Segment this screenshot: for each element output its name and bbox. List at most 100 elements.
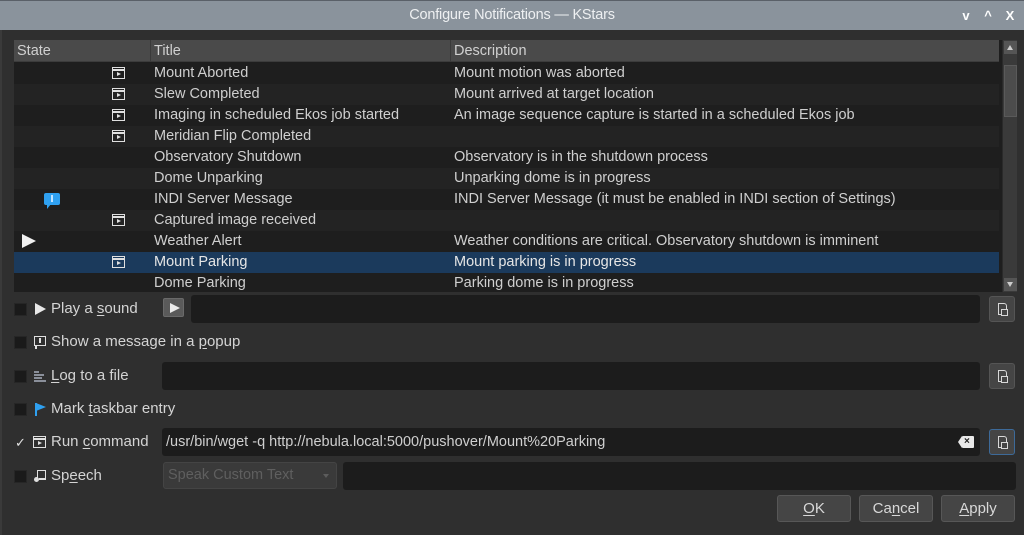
execute-icon: [33, 435, 47, 449]
execute-icon-glyph: [112, 88, 125, 100]
log-file-input[interactable]: [162, 362, 980, 390]
open-file-icon: [998, 370, 1008, 383]
speech-mode-select[interactable]: Speak Custom Text: [163, 462, 337, 489]
table-vertical-scrollbar[interactable]: [1002, 40, 1017, 292]
sound-icon[interactable]: [22, 234, 36, 248]
log-file-checkbox[interactable]: [14, 370, 27, 383]
row-title: INDI Server Message: [154, 191, 293, 207]
execute-icon[interactable]: [112, 130, 125, 142]
command-browse-button[interactable]: [989, 429, 1015, 455]
execute-icon-glyph: [112, 67, 125, 79]
execute-icon-glyph: [112, 130, 125, 142]
popup-message-icon: [33, 335, 47, 349]
scroll-up-arrow-icon[interactable]: [1004, 41, 1017, 54]
maximize-button[interactable]: ^: [978, 5, 998, 27]
speech-text-input[interactable]: [343, 462, 1016, 490]
table-row[interactable]: Slew Completed Mount arrived at target lo…: [14, 84, 999, 105]
popup-option: Show a message in a popup: [14, 329, 274, 355]
execute-icon[interactable]: [112, 109, 125, 121]
row-description: Mount motion was aborted: [454, 65, 625, 81]
table-row[interactable]: INDI Server Message INDI Server Message (…: [14, 189, 999, 210]
sound-file-browse-button[interactable]: [989, 296, 1015, 322]
table-header: State Title Description: [14, 40, 999, 62]
sound-file-input[interactable]: [191, 295, 980, 323]
row-description: An image sequence capture is started in …: [454, 107, 855, 123]
row-title: Observatory Shutdown: [154, 149, 302, 165]
label-mnemonic: e: [69, 467, 78, 484]
scrollbar-thumb[interactable]: [1004, 65, 1017, 117]
table-row[interactable]: Mount Parking Mount parking is in progres…: [14, 252, 999, 273]
close-button[interactable]: X: [1000, 5, 1020, 27]
table-row[interactable]: Meridian Flip Completed: [14, 126, 999, 147]
table-row[interactable]: Captured image received: [14, 210, 999, 231]
ok-button[interactable]: OK: [777, 495, 851, 522]
column-header-description[interactable]: Description: [451, 40, 999, 62]
table-row[interactable]: Dome Parking Parking dome is in progress: [14, 273, 999, 292]
minimize-button[interactable]: v: [956, 5, 976, 27]
taskbar-label[interactable]: Mark taskbar entry: [51, 400, 175, 417]
run-command-label[interactable]: Run command: [51, 433, 149, 450]
log-file-browse-button[interactable]: [989, 363, 1015, 389]
speech-label[interactable]: Speech: [51, 467, 102, 484]
window-title: Configure Notifications — KStars: [409, 7, 615, 23]
column-header-title[interactable]: Title: [151, 40, 451, 62]
scroll-down-arrow-icon[interactable]: [1004, 278, 1017, 291]
play-sound-label[interactable]: Play a sound: [51, 300, 138, 317]
execute-icon[interactable]: [112, 214, 125, 226]
row-description: Parking dome is in progress: [454, 275, 634, 291]
run-command-checkbox[interactable]: ✓: [14, 436, 27, 449]
label-text: Mark: [51, 400, 89, 417]
popup-label[interactable]: Show a message in a popup: [51, 333, 240, 350]
chevron-down-icon: [323, 474, 329, 478]
taskbar-option: Mark taskbar entry: [14, 396, 214, 422]
popup-icon-glyph: [44, 193, 60, 209]
row-title: Imaging in scheduled Ekos job started: [154, 107, 400, 123]
table-rows: Mount Aborted Mount motion was aborted Sle…: [14, 63, 999, 292]
label-text: Show a message in a: [51, 333, 199, 350]
label-text: Sp: [51, 467, 70, 484]
cancel-button[interactable]: Cancel: [859, 495, 933, 522]
row-title: Dome Parking: [154, 275, 246, 291]
label-mnemonic: O: [803, 500, 815, 517]
play-sound-checkbox[interactable]: [14, 303, 27, 316]
table-row[interactable]: Imaging in scheduled Ekos job started An …: [14, 105, 999, 126]
label-text: ound: [104, 300, 138, 317]
log-file-label[interactable]: Log to a file: [51, 367, 129, 384]
row-title: Weather Alert: [154, 233, 242, 249]
label-text: ommand: [90, 433, 149, 450]
execute-icon[interactable]: [112, 256, 125, 268]
clear-text-icon[interactable]: ×: [958, 436, 974, 448]
popup-checkbox[interactable]: [14, 336, 27, 349]
execute-icon[interactable]: [112, 88, 125, 100]
window-titlebar[interactable]: Configure Notifications — KStars v ^ X: [0, 0, 1024, 30]
label-mnemonic: n: [891, 500, 901, 517]
log-lines-icon: [33, 369, 47, 383]
execute-icon-glyph: [112, 109, 125, 121]
open-file-icon: [998, 436, 1008, 449]
table-row[interactable]: Mount Aborted Mount motion was aborted: [14, 63, 999, 84]
row-title: Mount Aborted: [154, 65, 249, 81]
play-sound-preview-button[interactable]: [163, 298, 184, 317]
table-row[interactable]: Observatory Shutdown Observatory is in th…: [14, 147, 999, 168]
row-description: Mount arrived at target location: [454, 86, 654, 102]
table-row[interactable]: Weather Alert Weather conditions are crit…: [14, 231, 999, 252]
apply-button[interactable]: Apply: [941, 495, 1015, 522]
play-icon: [33, 302, 47, 316]
execute-icon-glyph: [112, 214, 125, 226]
table-row[interactable]: Dome Unparking Unparking dome is in progr…: [14, 168, 999, 189]
row-title: Slew Completed: [154, 86, 260, 102]
run-command-option: ✓ Run command: [14, 429, 164, 455]
label-text: cel: [900, 500, 920, 517]
popup-icon[interactable]: [44, 193, 60, 209]
speech-checkbox[interactable]: [14, 470, 27, 483]
speech-icon: [33, 469, 47, 483]
row-description: Observatory is in the shutdown process: [454, 149, 708, 165]
row-description: Mount parking is in progress: [454, 254, 637, 270]
command-input[interactable]: /usr/bin/wget -q http://nebula.local:500…: [162, 428, 980, 456]
row-title: Dome Unparking: [154, 170, 263, 186]
taskbar-checkbox[interactable]: [14, 403, 27, 416]
notifications-table[interactable]: State Title Description Mount Aborted Mou…: [14, 40, 1017, 292]
execute-icon[interactable]: [112, 67, 125, 79]
label-text: og to a file: [59, 367, 129, 384]
column-header-state[interactable]: State: [14, 40, 151, 62]
